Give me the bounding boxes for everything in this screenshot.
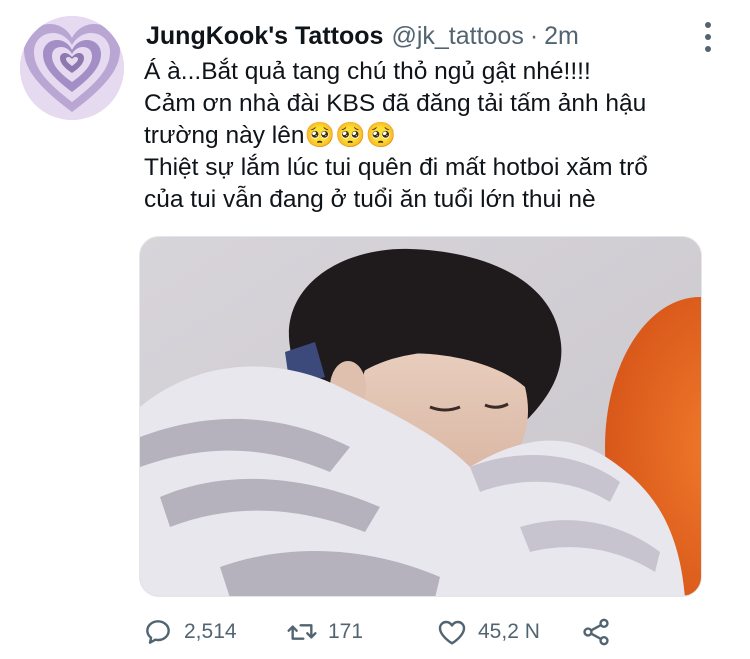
timestamp[interactable]: 2m — [544, 20, 579, 52]
more-dot-icon — [705, 34, 711, 40]
retweet-icon — [287, 624, 317, 640]
heart-avatar-icon — [20, 16, 124, 120]
author-handle[interactable]: @jk_tattoos — [391, 20, 523, 52]
retweet-button[interactable]: 171 — [286, 612, 363, 652]
like-count: 45,2 N — [478, 620, 540, 643]
sleeping-person-photo — [140, 237, 701, 596]
tweet-header: JungKook's Tattoos @jk_tattoos · 2m — [146, 20, 579, 52]
retweet-count: 171 — [328, 620, 364, 643]
tweet-line: trường này lên🥺🥺🥺 — [144, 122, 397, 149]
tweet-actions: 2,514 171 45,2 N — [0, 612, 750, 652]
separator-dot: · — [529, 22, 539, 50]
author-name[interactable]: JungKook's Tattoos — [146, 20, 383, 52]
reply-icon — [146, 620, 170, 644]
tweet-photo[interactable] — [139, 236, 702, 597]
heart-icon — [438, 620, 466, 645]
reply-button[interactable]: 2,514 — [142, 612, 237, 652]
tweet-line: Thiệt sự lắm lúc tui quên đi mất hotboi … — [144, 154, 648, 181]
reply-count: 2,514 — [184, 620, 237, 643]
like-button[interactable]: 45,2 N — [436, 612, 540, 652]
more-dot-icon — [705, 22, 711, 28]
more-options-button[interactable] — [698, 22, 718, 52]
share-icon — [583, 618, 609, 646]
tweet-line: của tui vẫn đang ở tuổi ăn tuổi lớn thui… — [144, 186, 596, 213]
tweet-text: Á à...Bắt quả tang chú thỏ ngủ gật nhé!!… — [144, 56, 724, 216]
share-button[interactable] — [580, 612, 612, 652]
tweet-line: Á à...Bắt quả tang chú thỏ ngủ gật nhé!!… — [144, 58, 591, 85]
tweet-line: Cảm ơn nhà đài KBS đã đăng tải tấm ảnh h… — [144, 90, 647, 117]
tweet[interactable]: JungKook's Tattoos @jk_tattoos · 2m Á à.… — [0, 0, 750, 659]
more-dot-icon — [705, 46, 711, 52]
avatar[interactable] — [20, 16, 124, 120]
